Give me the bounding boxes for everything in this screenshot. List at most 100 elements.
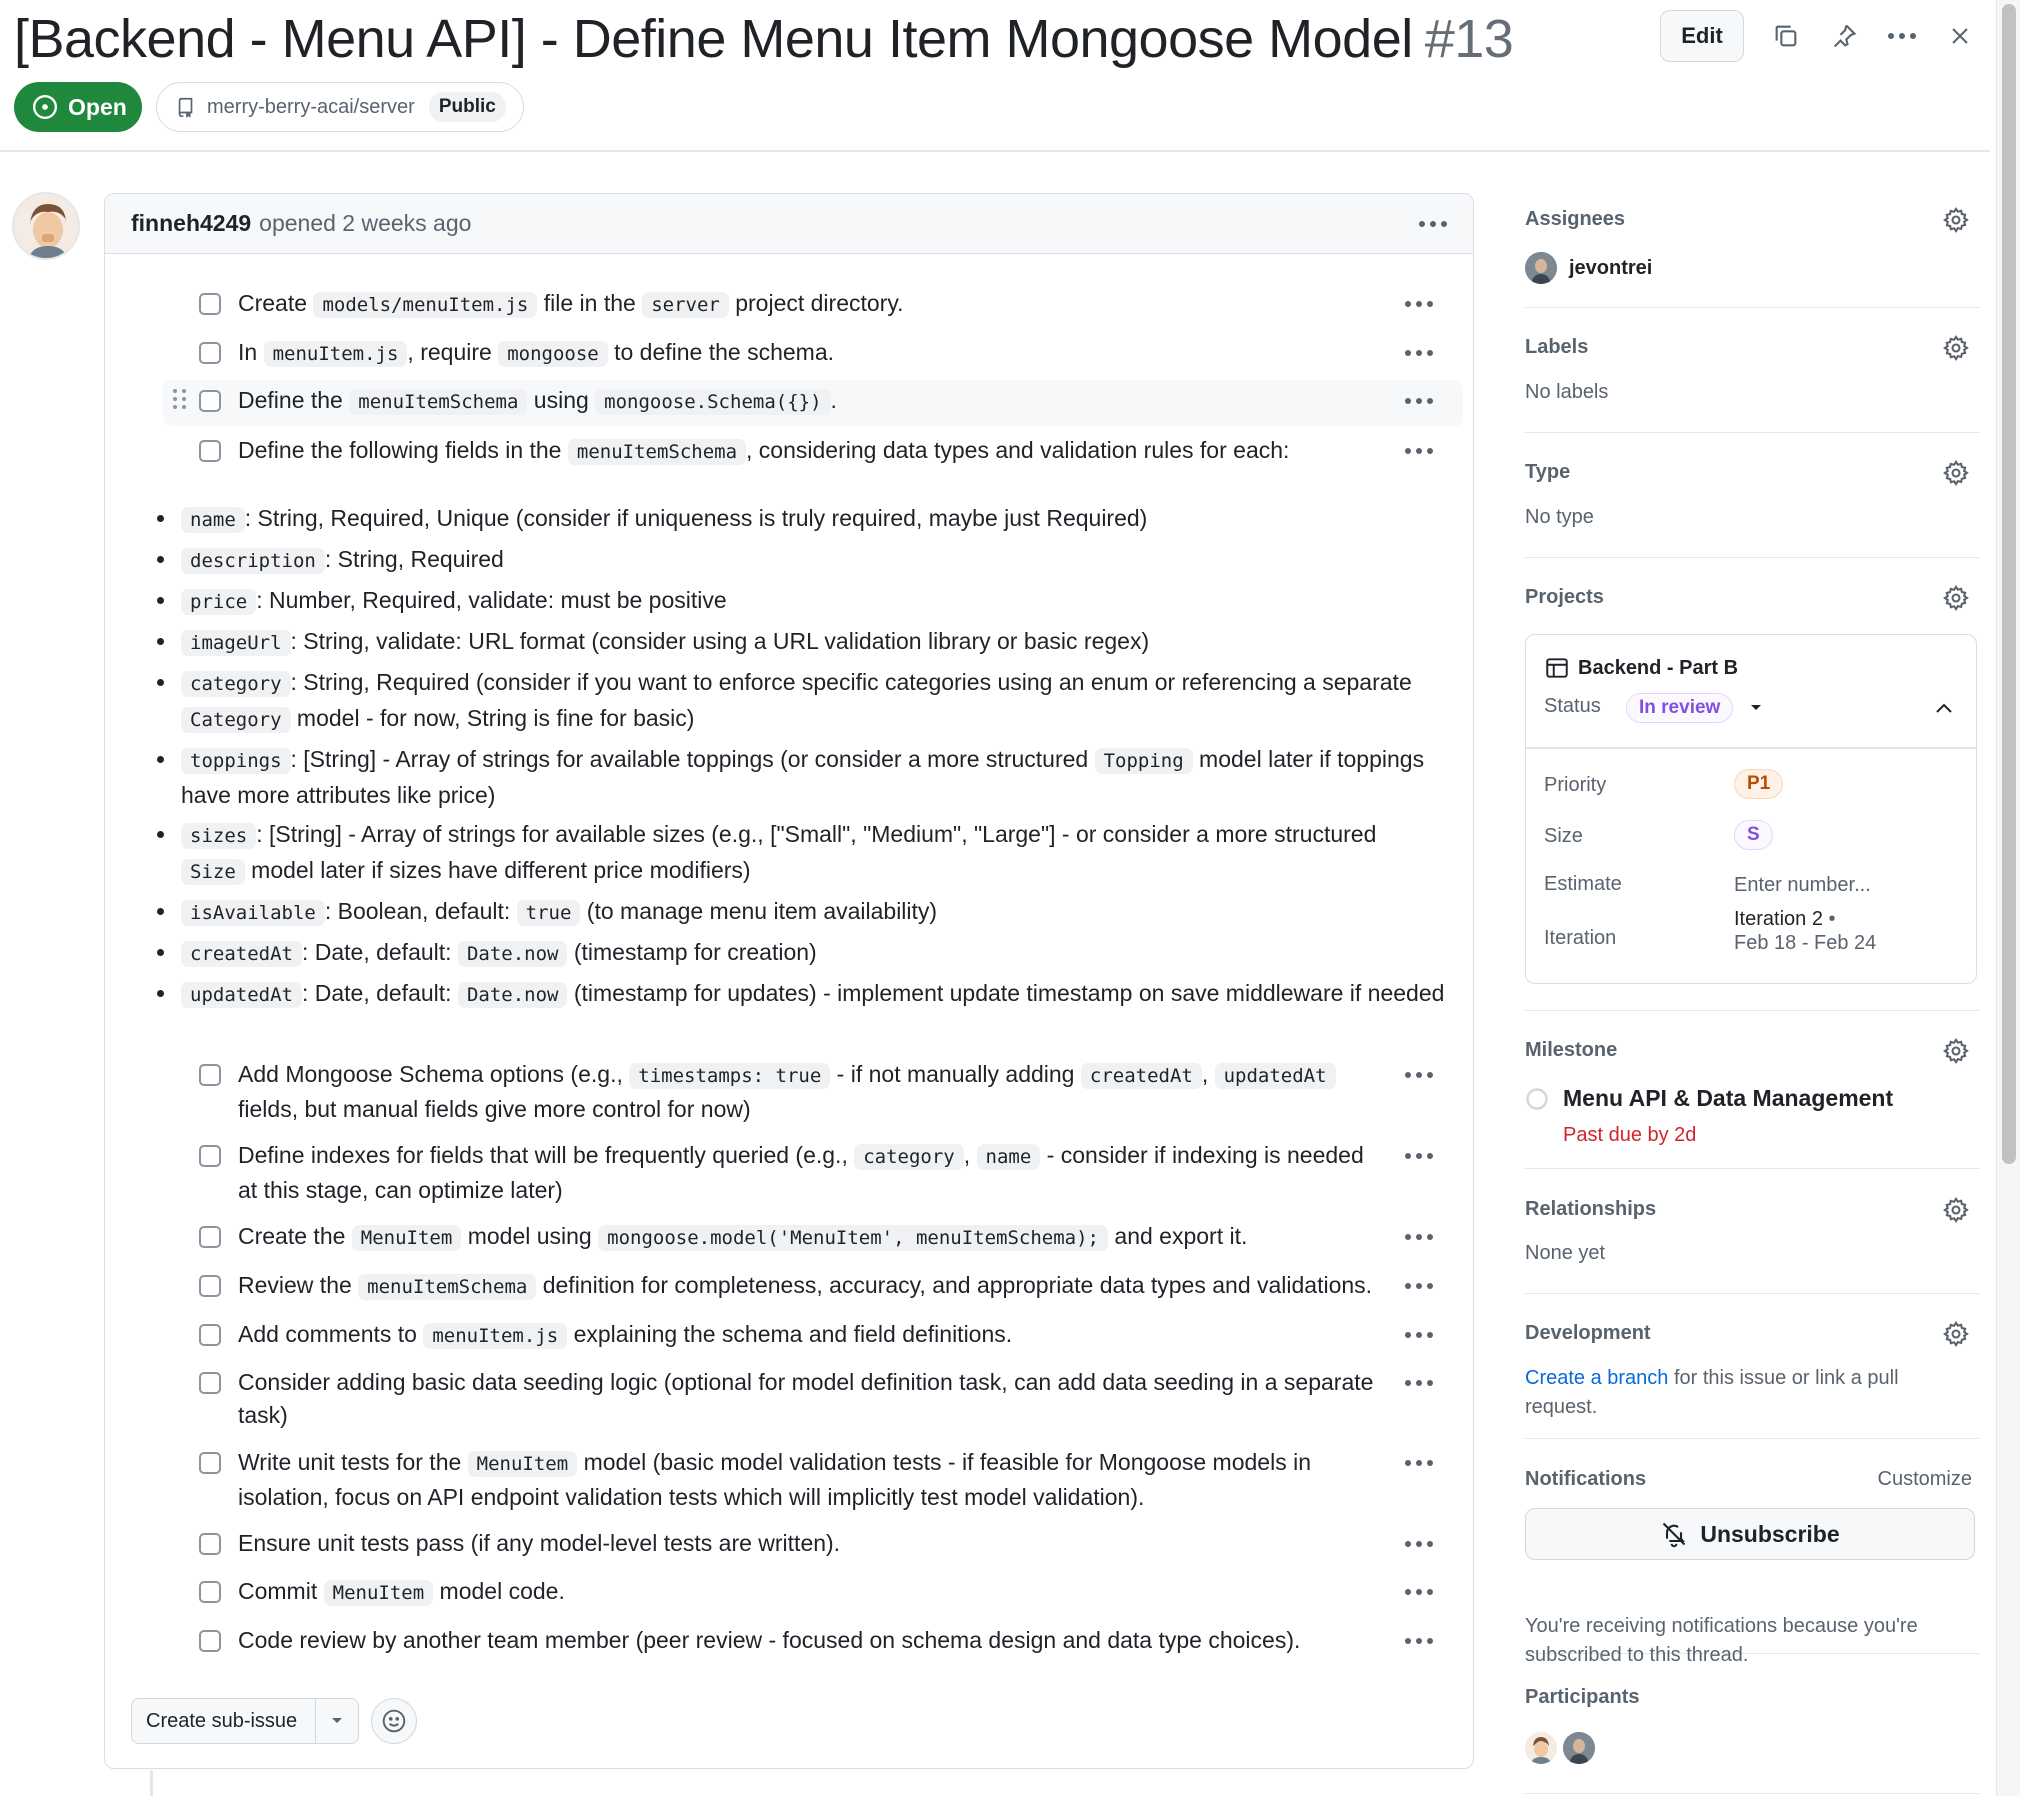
task-options-icon[interactable] [1405,1541,1433,1547]
field-list-item: description: String, Required [157,542,1445,578]
type-value: No type [1525,506,1594,528]
create-sub-issue-button[interactable]: Create sub-issue [132,1699,316,1743]
edit-button[interactable]: Edit [1660,10,1744,62]
task-checkbox[interactable] [199,293,221,315]
projects-title: Projects [1525,586,1604,608]
chevron-up-icon[interactable] [1934,701,1954,715]
task-checkbox[interactable] [199,1064,221,1086]
task-checkbox[interactable] [199,440,221,462]
task-item: Define indexes for fields that will be f… [163,1139,1463,1209]
participant-avatar[interactable] [1525,1732,1557,1764]
inline-code: menuItem.js [263,341,408,367]
inline-code: category [854,1144,964,1170]
task-checkbox[interactable] [199,342,221,364]
task-text: Commit MenuItem model code. [238,1578,565,1606]
comment-options-icon[interactable] [1419,221,1447,227]
inline-code: updatedAt [1214,1063,1336,1089]
chevron-down-icon[interactable] [316,1716,358,1726]
inline-code: Topping [1094,748,1193,774]
milestone-title: Milestone [1525,1039,1618,1061]
more-options-icon[interactable] [1882,16,1922,56]
unsubscribe-button[interactable]: Unsubscribe [1525,1508,1975,1560]
task-item: In menuItem.js, require mongoose to defi… [163,336,1463,376]
task-text: In menuItem.js, require mongoose to defi… [238,339,835,367]
issue-open-icon [32,94,58,120]
task-options-icon[interactable] [1405,301,1433,307]
task-checkbox[interactable] [199,1145,221,1167]
size-field[interactable]: S [1734,820,1773,850]
type-gear-icon[interactable] [1942,459,1970,487]
add-reaction-smiley-icon[interactable] [371,1698,417,1744]
task-options-icon[interactable] [1405,1072,1433,1078]
inline-code: updatedAt [181,982,302,1008]
task-text: Define the menuItemSchema using mongoose… [238,387,837,415]
task-options-icon[interactable] [1405,1380,1433,1386]
create-branch-link[interactable]: Create a branch [1525,1367,1668,1389]
notifications-title: Notifications [1525,1468,1647,1490]
estimate-input[interactable]: Enter number... [1734,874,1871,897]
task-options-icon[interactable] [1405,1283,1433,1289]
task-options-icon[interactable] [1405,1332,1433,1338]
close-icon[interactable] [1940,16,1980,56]
iteration-field[interactable]: Iteration 2 • Feb 18 - Feb 24 [1734,907,1876,955]
repo-pill[interactable]: merry-berry-acai/server Public [156,82,524,132]
priority-field[interactable]: P1 [1734,769,1784,799]
relationships-title: Relationships [1525,1198,1657,1220]
task-checkbox[interactable] [199,1275,221,1297]
pin-icon[interactable] [1824,16,1864,56]
participant-avatar[interactable] [1563,1732,1595,1764]
timeline-line [150,1770,153,1796]
page-scrollbar[interactable] [1996,0,2020,1796]
task-options-icon[interactable] [1405,448,1433,454]
project-name-row[interactable]: Backend - Part B [1544,655,1738,681]
task-text: Define the following fields in the menuI… [238,437,1290,465]
copy-icon[interactable] [1766,16,1806,56]
milestone-due: Past due by 2d [1563,1124,1697,1146]
development-gear-icon[interactable] [1942,1320,1970,1348]
task-options-icon[interactable] [1405,1589,1433,1595]
inline-code: timestamps: true [629,1063,831,1089]
assignees-gear-icon[interactable] [1942,206,1970,234]
task-options-icon[interactable] [1405,1234,1433,1240]
task-checkbox[interactable] [199,1226,221,1248]
task-options-icon[interactable] [1405,1153,1433,1159]
author-avatar[interactable] [12,192,80,260]
inline-code: createdAt [181,941,302,967]
relationships-gear-icon[interactable] [1942,1196,1970,1224]
project-status-field[interactable]: In review [1626,693,1763,723]
field-list-item: category: String, Required (consider if … [157,665,1445,737]
task-text: Create the MenuItem model using mongoose… [238,1223,1248,1251]
task-item: Write unit tests for the MenuItem model … [163,1446,1463,1516]
task-options-icon[interactable] [1405,398,1433,404]
assignees-section: Assignees jevontrei [1525,190,1980,308]
assignee-name: jevontrei [1569,256,1653,279]
task-checkbox[interactable] [199,1533,221,1555]
customize-link[interactable]: Customize [1878,1468,1972,1491]
issue-body: finneh4249 opened 2 weeks ago Create mod… [104,193,1474,1769]
projects-gear-icon[interactable] [1942,584,1970,612]
task-options-icon[interactable] [1405,1638,1433,1644]
comment-author[interactable]: finneh4249 [131,210,251,237]
task-checkbox[interactable] [199,1630,221,1652]
task-options-icon[interactable] [1405,350,1433,356]
scrollbar-thumb[interactable] [2002,4,2016,1164]
labels-gear-icon[interactable] [1942,334,1970,362]
drag-handle-icon[interactable] [173,389,187,409]
inline-code: menuItemSchema [349,389,528,415]
task-options-icon[interactable] [1405,1460,1433,1466]
task-checkbox[interactable] [199,1581,221,1603]
milestone-item[interactable]: Menu API & Data Management [1525,1085,1893,1112]
assignee-item[interactable]: jevontrei [1525,252,1652,284]
task-checkbox[interactable] [199,390,221,412]
task-checkbox[interactable] [199,1324,221,1346]
task-checkbox[interactable] [199,1372,221,1394]
assignee-avatar [1525,252,1557,284]
comment-header: finneh4249 opened 2 weeks ago [105,194,1473,254]
size-pill: S [1734,820,1773,850]
task-text: Write unit tests for the MenuItem model … [238,1449,1311,1510]
visibility-label: Public [428,92,506,122]
task-checkbox[interactable] [199,1452,221,1474]
labels-title: Labels [1525,336,1589,358]
task-text: Review the menuItemSchema definition for… [238,1272,1373,1300]
milestone-gear-icon[interactable] [1942,1037,1970,1065]
